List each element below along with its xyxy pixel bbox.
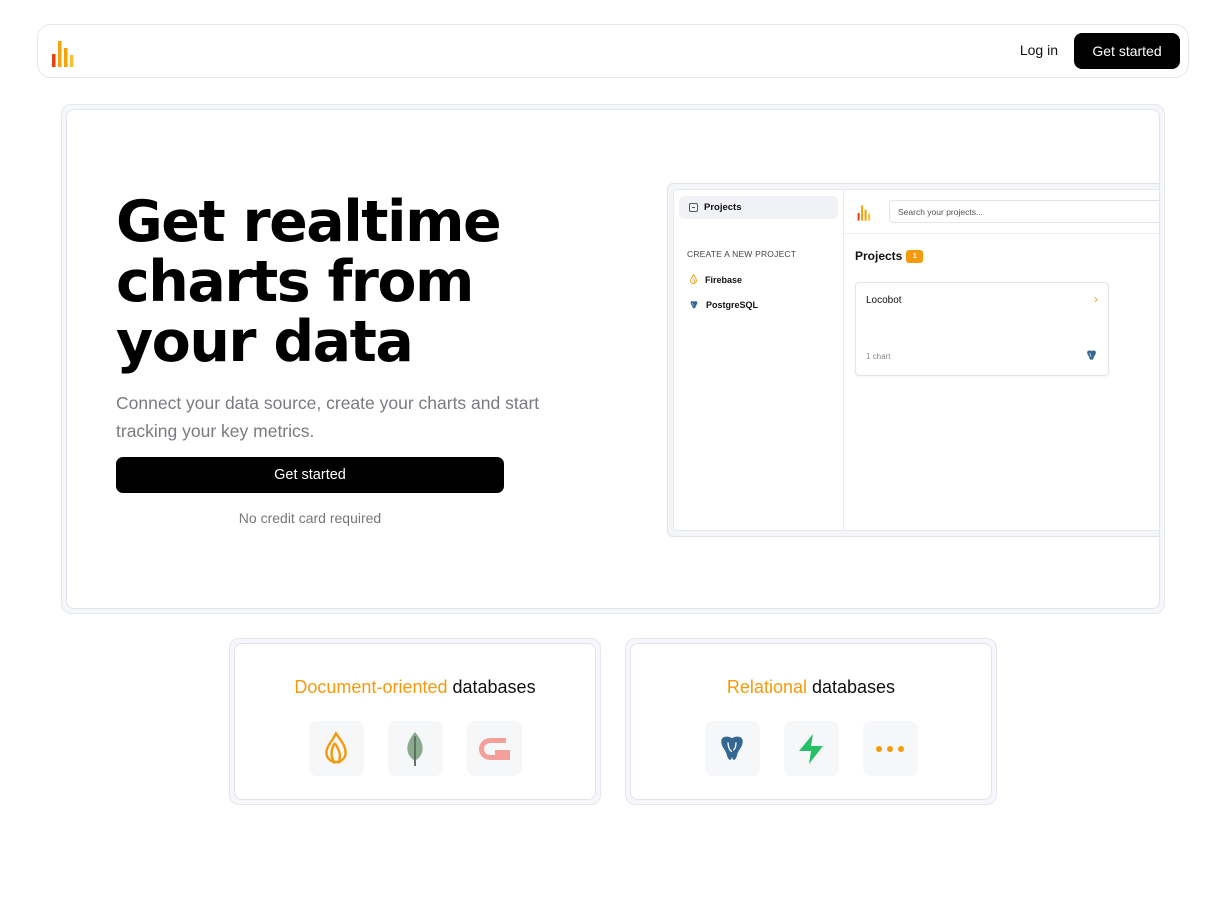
bar-chart-logo-icon[interactable] [51, 39, 75, 67]
bar-chart-logo-icon [857, 205, 871, 221]
document-databases-card: Document-oriented databases [229, 638, 601, 805]
relational-databases-accent: Relational [726, 677, 807, 697]
relational-databases-card: Relational databases [625, 638, 997, 805]
preview-search-input: Search your projects... [889, 200, 1159, 223]
preview-projects-label: Projects [855, 249, 903, 263]
preview-source-firebase: Firebase [689, 274, 742, 285]
login-link[interactable]: Log in [1020, 42, 1058, 58]
hero-section: Get realtime charts from your data Conne… [61, 104, 1165, 614]
preview-source-postgresql: PostgreSQL [689, 300, 758, 310]
preview-section-label: CREATE A NEW PROJECT [687, 249, 797, 259]
preview-sidebar-item-label: Projects [704, 202, 742, 213]
top-navbar: Log in Get started [37, 24, 1189, 78]
app-preview: Projects CREATE A NEW PROJECT Firebase P… [667, 183, 1159, 537]
preview-project-name: Locobot [866, 295, 902, 306]
postgresql-icon [1087, 350, 1096, 360]
hero-title: Get realtime charts from your data [116, 192, 536, 372]
app-preview-window: Projects CREATE A NEW PROJECT Firebase P… [673, 189, 1159, 531]
preview-count-badge: 1 [906, 249, 924, 263]
hero-panel: Get realtime charts from your data Conne… [66, 109, 1160, 609]
chevron-right-icon: › [1094, 292, 1098, 306]
hero-title-line: Get realtime [116, 189, 502, 255]
preview-source-label: PostgreSQL [706, 300, 759, 310]
preview-project-card: Locobot › 1 chart [855, 282, 1109, 376]
hero-title-line: your data [116, 309, 414, 375]
preview-chart-count: 1 chart [866, 352, 891, 361]
hero-title-line: charts from [116, 249, 474, 315]
nav-get-started-button[interactable]: Get started [1074, 33, 1180, 69]
firebase-icon[interactable] [308, 721, 364, 776]
more-icon[interactable] [862, 721, 918, 776]
document-databases-icons [235, 721, 595, 776]
preview-sidebar: Projects CREATE A NEW PROJECT Firebase P… [674, 190, 844, 530]
relational-databases-title: Relational databases [631, 677, 991, 698]
postgresql-icon[interactable] [704, 721, 760, 776]
relational-databases-icons [631, 721, 991, 776]
preview-source-label: Firebase [705, 274, 743, 285]
relational-databases-rest: databases [806, 677, 896, 697]
preview-topbar: Search your projects... [845, 190, 1159, 234]
folder-icon [689, 203, 698, 212]
preview-main: Search your projects... Projects 1 Locob… [845, 190, 1159, 530]
hero-subtitle: Connect your data source, create your ch… [116, 393, 540, 441]
postgresql-icon [690, 301, 698, 309]
couchbase-icon[interactable] [466, 721, 522, 776]
no-credit-card-note: No credit card required [238, 510, 382, 526]
preview-sidebar-item-projects: Projects [679, 196, 838, 219]
document-databases-title: Document-oriented databases [235, 677, 595, 698]
mongodb-icon[interactable] [387, 721, 443, 776]
preview-projects-title: Projects 1 [855, 249, 924, 263]
firebase-icon [690, 274, 697, 284]
hero-get-started-button[interactable]: Get started [116, 457, 504, 493]
supabase-icon[interactable] [783, 721, 839, 776]
relational-databases-panel: Relational databases [630, 643, 992, 800]
document-databases-accent: Document-oriented [294, 677, 448, 697]
document-databases-panel: Document-oriented databases [234, 643, 596, 800]
document-databases-rest: databases [447, 677, 536, 697]
